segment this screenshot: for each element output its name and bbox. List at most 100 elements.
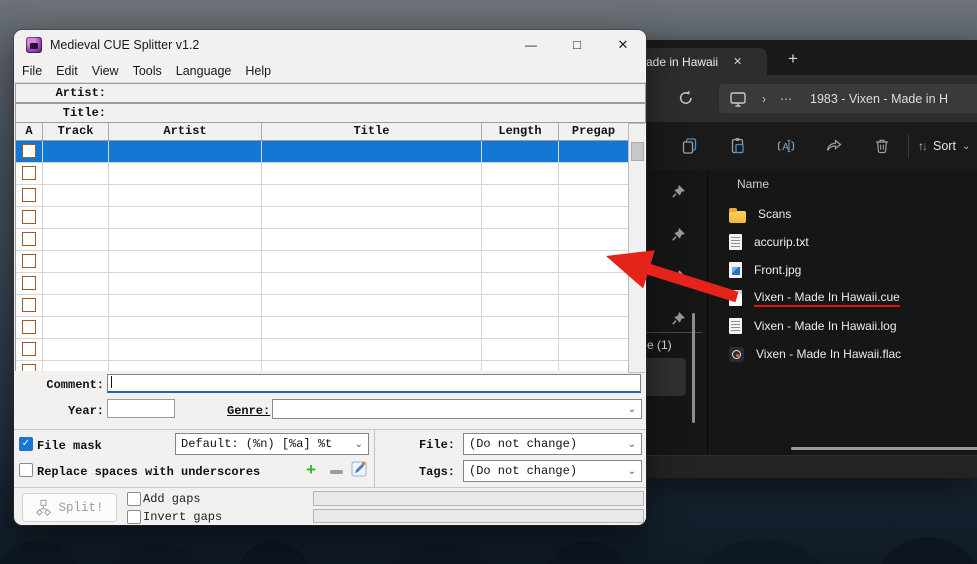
replace-spaces-checkbox[interactable] xyxy=(19,463,33,477)
table-row[interactable] xyxy=(16,207,629,229)
table-row[interactable] xyxy=(16,141,629,163)
breadcrumb-chevron-icon[interactable]: › xyxy=(762,92,766,106)
table-row[interactable] xyxy=(16,361,629,371)
menu-item-tools[interactable]: Tools xyxy=(133,64,162,78)
column-header-title[interactable]: Title xyxy=(262,123,482,140)
file-row[interactable]: Vixen - Made In Hawaii.flac xyxy=(708,340,977,368)
tags-action-select[interactable]: (Do not change) ⌄ xyxy=(463,460,642,482)
delete-icon[interactable] xyxy=(872,136,892,156)
invert-gaps-checkbox[interactable] xyxy=(127,510,141,524)
row-checkbox[interactable] xyxy=(22,364,36,371)
table-row[interactable] xyxy=(16,163,629,185)
rename-icon[interactable]: A xyxy=(776,136,796,156)
comment-input[interactable] xyxy=(107,374,641,393)
refresh-icon[interactable] xyxy=(676,88,696,113)
title-bar[interactable]: Medieval CUE Splitter v1.2 — □ ✕ xyxy=(14,30,646,60)
new-tab-button[interactable]: + xyxy=(780,46,806,72)
column-header-track[interactable]: Track xyxy=(43,123,109,140)
vertical-divider xyxy=(374,430,375,487)
txt-file-icon xyxy=(729,318,742,334)
row-checkbox[interactable] xyxy=(22,298,36,312)
file-list-pane: Name Scans accurip.txt Front.jpg Vixen - Ma… xyxy=(708,170,977,455)
toolbar-divider xyxy=(908,134,909,158)
row-checkbox[interactable] xyxy=(22,188,36,202)
paste-icon[interactable] xyxy=(728,136,748,156)
sort-button[interactable]: ↑↓ Sort ⌄ xyxy=(918,134,970,158)
row-checkbox[interactable] xyxy=(22,210,36,224)
genre-label[interactable]: Genre: xyxy=(227,404,270,418)
menu-item-help[interactable]: Help xyxy=(245,64,271,78)
column-header-length[interactable]: Length xyxy=(482,123,559,140)
genre-select[interactable]: ⌄ xyxy=(272,399,642,419)
sort-chevron-icon: ⌄ xyxy=(961,140,971,152)
address-bar[interactable]: › ⋯ 1983 - Vixen - Made in H xyxy=(719,84,977,113)
mask-preset-select[interactable]: Default: (%n) [%a] %t ⌄ xyxy=(175,433,369,455)
file-mask-checkbox[interactable]: ✓ xyxy=(19,437,33,451)
invert-gaps-label: Invert gaps xyxy=(143,510,223,524)
edit-mask-icon[interactable] xyxy=(351,461,367,477)
action-row: Split! Add gaps Invert gaps xyxy=(14,487,646,525)
add-gaps-checkbox[interactable] xyxy=(127,492,141,506)
row-checkbox[interactable] xyxy=(22,276,36,290)
chevron-down-icon: ⌄ xyxy=(627,403,636,415)
breadcrumb-ellipsis-icon[interactable]: ⋯ xyxy=(780,92,792,106)
mask-preset-value: Default: (%n) [%a] %t xyxy=(181,437,333,451)
close-button[interactable]: ✕ xyxy=(606,30,640,60)
menu-item-file[interactable]: File xyxy=(22,64,42,78)
file-action-select[interactable]: (Do not change) ⌄ xyxy=(463,433,642,455)
file-name: Vixen - Made In Hawaii.log xyxy=(754,319,897,333)
pin-icon xyxy=(672,269,686,283)
minimize-button[interactable]: — xyxy=(514,30,548,60)
table-row[interactable] xyxy=(16,229,629,251)
pin-icon xyxy=(672,227,686,241)
share-icon[interactable] xyxy=(824,136,844,156)
column-header-a[interactable]: A xyxy=(16,123,43,140)
artist-field[interactable]: Artist: xyxy=(15,83,646,103)
app-icon xyxy=(26,37,42,53)
file-list: Scans accurip.txt Front.jpg Vixen - Made In… xyxy=(708,200,977,368)
table-row[interactable] xyxy=(16,317,629,339)
row-checkbox[interactable] xyxy=(22,144,36,158)
table-scrollbar[interactable] xyxy=(628,123,645,373)
table-row[interactable] xyxy=(16,273,629,295)
navpane-selected-item[interactable] xyxy=(644,358,686,396)
maximize-button[interactable]: □ xyxy=(560,30,594,60)
file-name: Vixen - Made In Hawaii.flac xyxy=(756,347,902,361)
tab-close-icon[interactable]: ✕ xyxy=(733,55,742,68)
table-row[interactable] xyxy=(16,251,629,273)
table-row[interactable] xyxy=(16,339,629,361)
add-mask-icon[interactable]: + xyxy=(306,460,316,480)
file-row[interactable]: Scans xyxy=(708,200,977,228)
row-checkbox[interactable] xyxy=(22,254,36,268)
image-file-icon xyxy=(729,262,742,278)
file-row[interactable]: accurip.txt xyxy=(708,228,977,256)
name-column-header[interactable]: Name xyxy=(737,177,769,191)
column-header-artist[interactable]: Artist xyxy=(109,123,262,140)
row-checkbox[interactable] xyxy=(22,342,36,356)
row-checkbox[interactable] xyxy=(22,232,36,246)
table-scrollbar-thumb[interactable] xyxy=(631,142,644,161)
flac-file-icon xyxy=(729,347,744,362)
navpane-item-fragment[interactable]: e (1) xyxy=(647,338,672,352)
file-row[interactable]: Vixen - Made In Hawaii.cue xyxy=(708,284,977,312)
remove-mask-icon[interactable] xyxy=(330,470,343,474)
horizontal-scrollbar[interactable] xyxy=(791,447,977,450)
file-row[interactable]: Front.jpg xyxy=(708,256,977,284)
menu-item-view[interactable]: View xyxy=(92,64,119,78)
navpane-scrollbar[interactable] xyxy=(692,313,695,423)
title-field[interactable]: Title: xyxy=(15,103,646,123)
file-name: accurip.txt xyxy=(754,235,809,249)
split-button[interactable]: Split! xyxy=(22,493,117,522)
menu-item-language[interactable]: Language xyxy=(176,64,232,78)
year-input[interactable] xyxy=(107,399,175,418)
explorer-tab[interactable]: ade in Hawaii ✕ xyxy=(640,48,767,75)
column-header-pregap[interactable]: Pregap xyxy=(559,123,629,140)
file-row[interactable]: Vixen - Made In Hawaii.log xyxy=(708,312,977,340)
table-row[interactable] xyxy=(16,295,629,317)
table-row[interactable] xyxy=(16,185,629,207)
row-checkbox[interactable] xyxy=(22,320,36,334)
row-checkbox[interactable] xyxy=(22,166,36,180)
menu-item-edit[interactable]: Edit xyxy=(56,64,78,78)
copy-icon[interactable] xyxy=(680,136,700,156)
this-pc-icon[interactable] xyxy=(728,89,748,109)
